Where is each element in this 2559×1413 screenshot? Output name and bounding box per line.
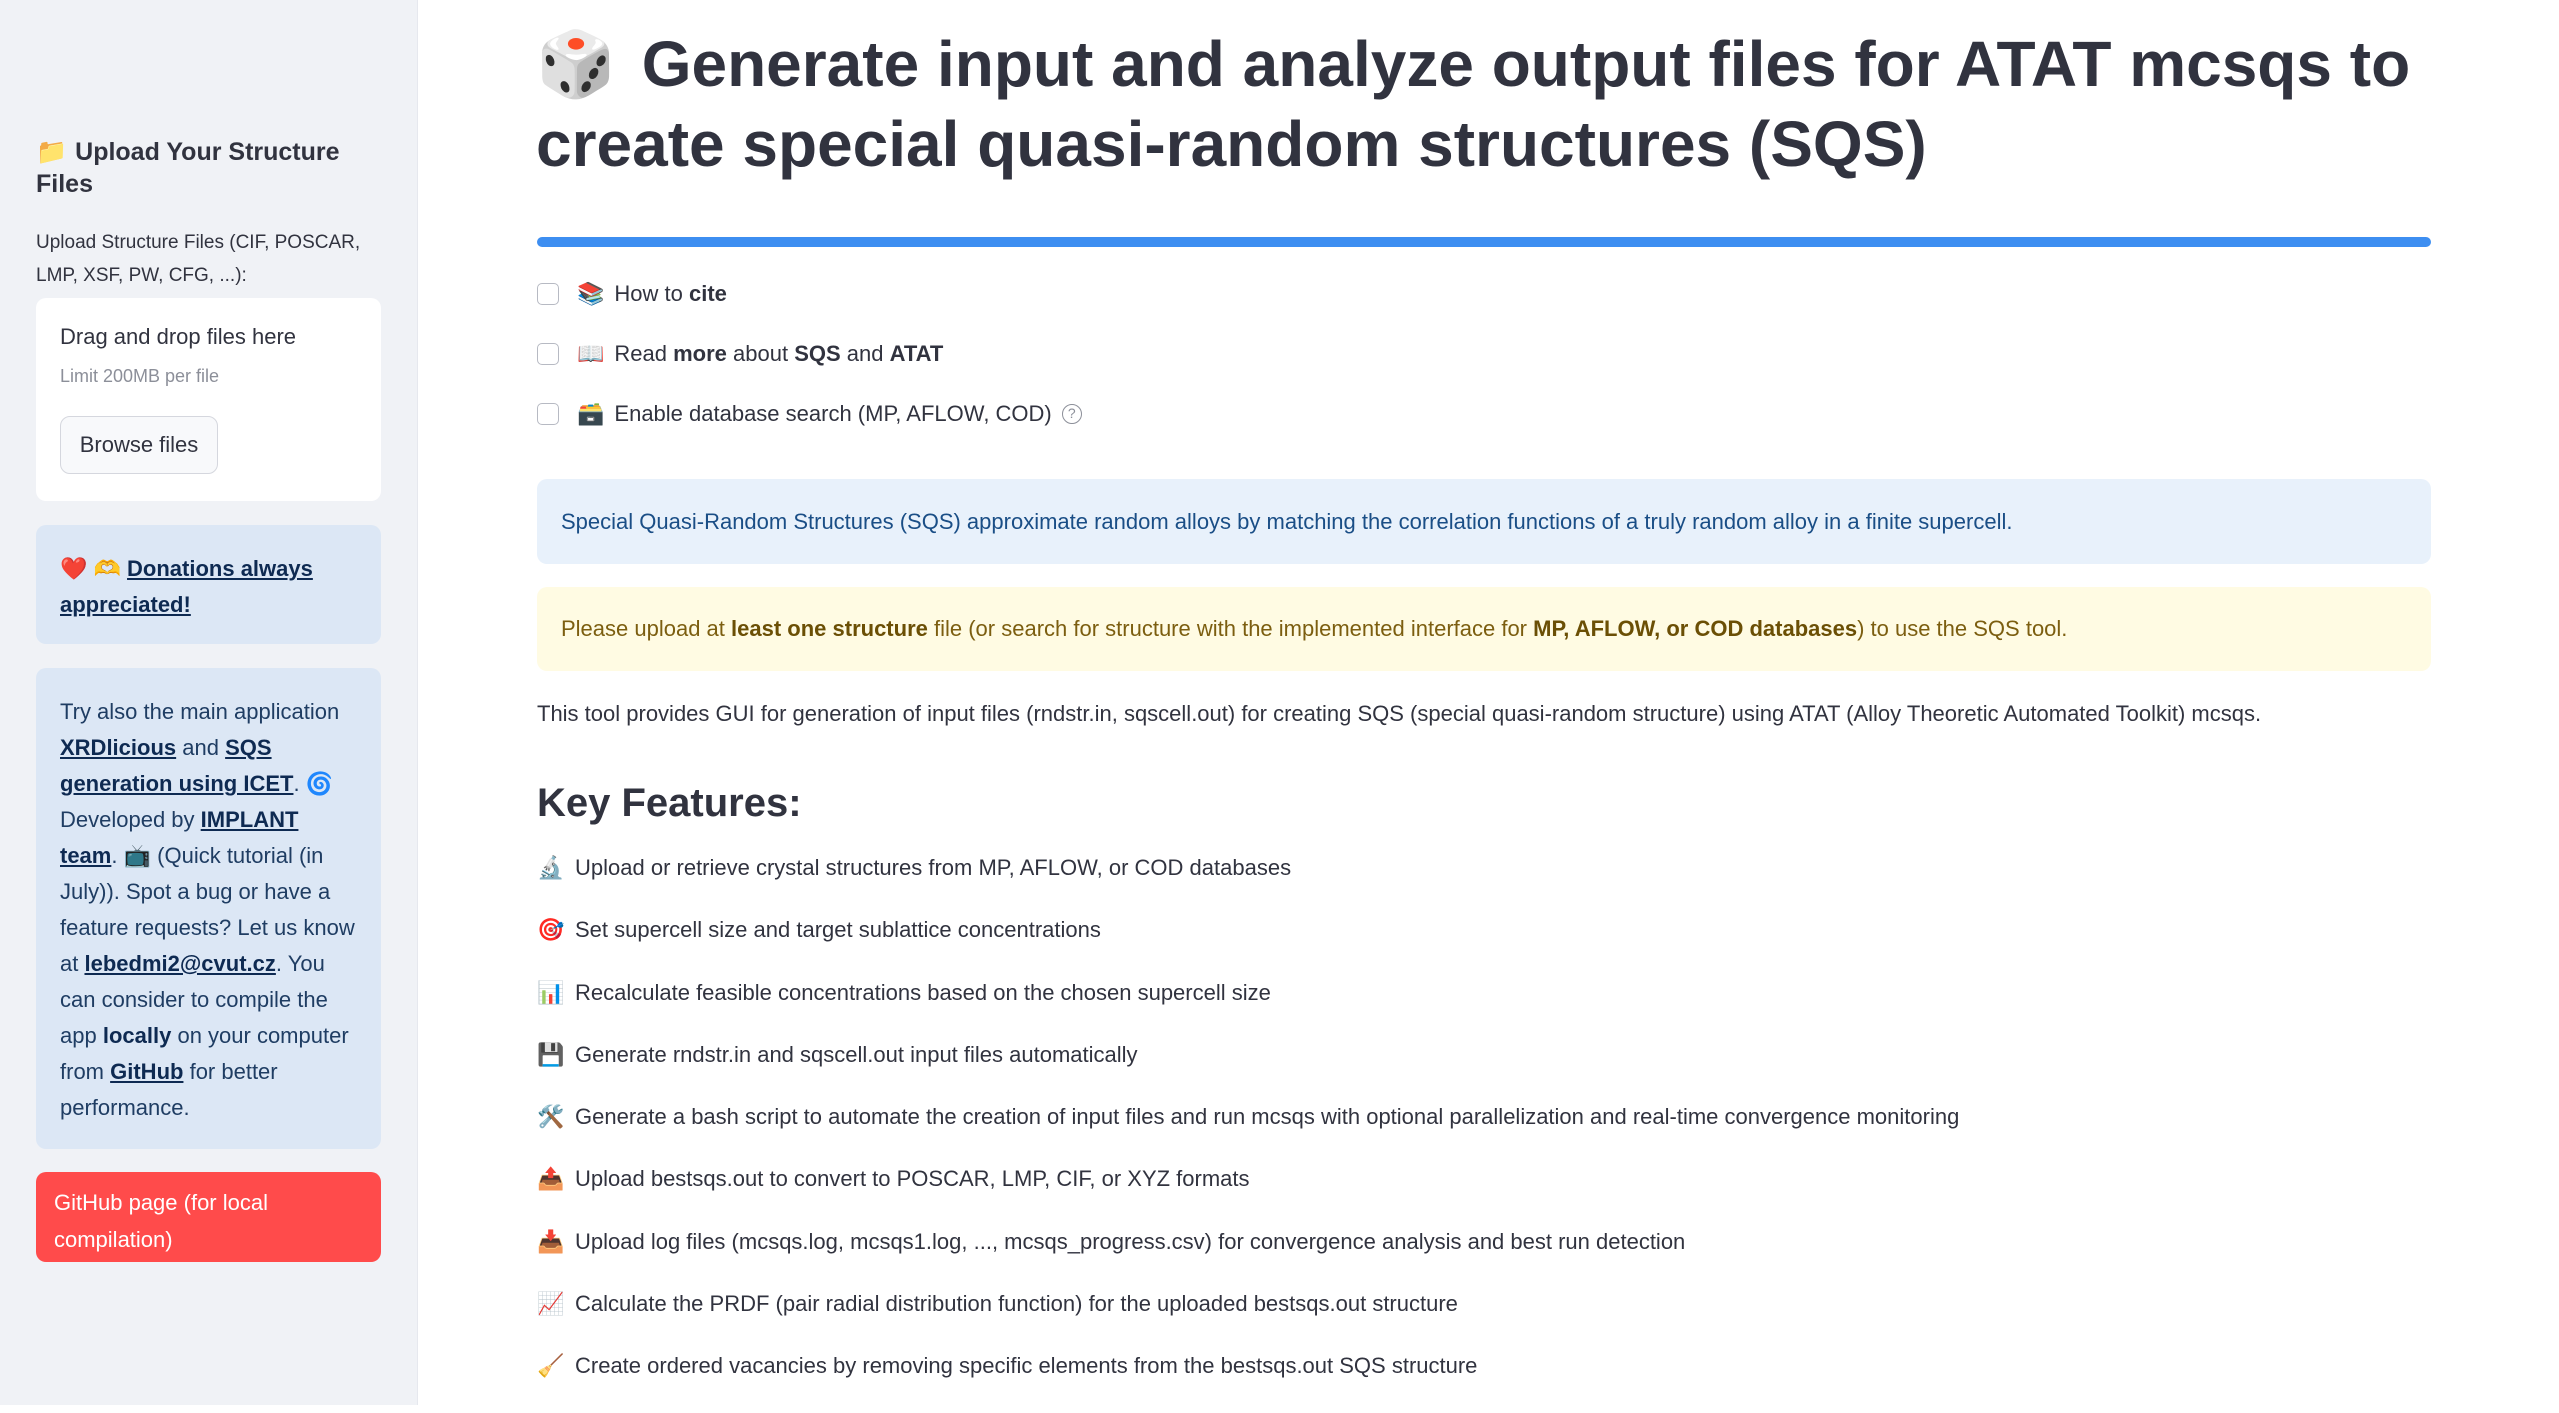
feature-text: Upload or retrieve crystal structures fr… <box>575 855 1292 880</box>
chart-increasing-icon: 📈 <box>537 1291 565 1317</box>
list-item: 📥 Upload log files (mcsqs.log, mcsqs1.log… <box>537 1226 2437 1288</box>
title-divider <box>537 237 2431 247</box>
checkbox-label: Read <box>614 341 674 366</box>
donation-box: ❤️ 🫶 Donations always appreciated! <box>36 525 381 644</box>
checkbox-how-to-cite[interactable]: 📚 How to cite <box>537 278 727 310</box>
list-item: 💾 Generate rndstr.in and sqscell.out inpu… <box>537 1039 2437 1101</box>
info-alert: Special Quasi-Random Structures (SQS) ap… <box>537 479 2431 564</box>
info-box: Try also the main application XRDlicious… <box>36 668 381 1149</box>
floppy-disk-icon: 💾 <box>537 1041 565 1067</box>
info-bold-locally: locally <box>102 1023 172 1048</box>
card-file-box-icon: 🗃️ <box>577 401 605 426</box>
broom-icon: 🧹 <box>537 1353 565 1379</box>
info-text: Try also the main application <box>60 699 340 724</box>
checkbox-label-bold: cite <box>689 281 727 306</box>
github-page-button[interactable]: GitHub page (for local compilation) <box>36 1172 381 1262</box>
checkbox-label-bold: ATAT <box>889 341 944 366</box>
upload-section-title-text: Upload Your Structure Files <box>36 138 340 198</box>
list-item: 🛠️ Generate a bash script to automate the… <box>537 1101 2437 1163</box>
checkbox-label-bold: more <box>673 341 727 366</box>
warning-text: file (or search for structure with the i… <box>927 616 1534 641</box>
xrdlicious-link[interactable]: XRDlicious <box>60 735 176 760</box>
checkbox-label: Enable database search (MP, AFLOW, COD) <box>614 401 1052 426</box>
warning-alert-text: Please upload at least one structure fil… <box>561 616 2067 642</box>
feature-text: Upload bestsqs.out to convert to POSCAR,… <box>575 1166 1250 1192</box>
page-title-text: Generate input and analyze output files … <box>536 28 2411 180</box>
book-icon: 📖 <box>577 341 605 366</box>
email-link[interactable]: lebedmi2@cvut.cz <box>84 951 275 976</box>
browse-files-button[interactable]: Browse files <box>60 416 218 474</box>
dropzone-limit: Limit 200MB per file <box>60 366 220 386</box>
checkbox-label-bold: SQS <box>794 341 841 366</box>
file-dropzone[interactable]: Drag and drop files here Limit 200MB per… <box>36 298 381 501</box>
checkbox-label: and <box>840 341 890 366</box>
list-item: 📊 Recalculate feasible concentrations bas… <box>537 977 2437 1039</box>
warning-text: Please upload at <box>561 616 732 641</box>
info-text: . <box>111 843 118 868</box>
question-circle-icon[interactable]: ? <box>1061 404 1082 424</box>
list-item: 📈 Calculate the PRDF (pair radial distrib… <box>537 1288 2437 1350</box>
books-icon: 📚 <box>577 281 605 306</box>
list-item: 🎯 Set supercell size and target sublattic… <box>537 914 2437 976</box>
feature-text: Generate a bash script to automate the c… <box>575 1104 1960 1130</box>
checkbox-box[interactable] <box>537 283 559 305</box>
checkbox-box[interactable] <box>537 403 559 425</box>
warning-bold: least one structure <box>731 616 928 641</box>
warning-text: ) to use the SQS tool. <box>1857 616 2068 641</box>
list-item: 🔬 Upload or retrieve crystal structures f… <box>537 852 2437 914</box>
warning-alert: Please upload at least one structure fil… <box>537 587 2431 671</box>
page-title: 🎲 Generate input and analyze output files… <box>536 24 2436 184</box>
microscope-icon: 🔬 <box>537 855 565 880</box>
github-link[interactable]: GitHub <box>110 1059 183 1084</box>
feature-text: Create ordered vacancies by removing spe… <box>575 1353 1478 1379</box>
checkbox-database-search[interactable]: 🗃️ Enable database search (MP, AFLOW, CO… <box>537 398 1082 430</box>
checkbox-label: about <box>726 341 795 366</box>
sidebar: 📁 Upload Your Structure Files Upload Stru… <box>0 0 418 1405</box>
key-features-heading: Key Features: <box>537 781 802 825</box>
spiral-icon: 🌀 <box>305 771 334 796</box>
bar-chart-icon: 📊 <box>537 979 565 1005</box>
target-icon: 🎯 <box>537 917 565 943</box>
checkbox-label: How to <box>614 281 689 306</box>
list-item: 📤 Upload bestsqs.out to convert to POSCAR… <box>537 1163 2437 1225</box>
info-alert-text: Special Quasi-Random Structures (SQS) ap… <box>561 508 2013 534</box>
upload-section-title: 📁 Upload Your Structure Files <box>36 136 376 200</box>
feature-text: Set supercell size and target sublattice… <box>575 917 1101 943</box>
checkbox-read-more[interactable]: 📖 Read more about SQS and ATAT <box>537 338 943 370</box>
folder-icon: 📁 <box>36 138 68 166</box>
feature-text: Upload log files (mcsqs.log, mcsqs1.log,… <box>575 1228 1686 1254</box>
feature-text: Generate rndstr.in and sqscell.out input… <box>575 1041 1138 1067</box>
list-item: 🧹 Create ordered vacancies by removing sp… <box>537 1350 2437 1412</box>
feature-text: Calculate the PRDF (pair radial distribu… <box>575 1291 1458 1317</box>
dropzone-text: Drag and drop files here <box>60 324 297 349</box>
feature-list: 🔬 Upload or retrieve crystal structures f… <box>537 852 2437 1413</box>
upload-label: Upload Structure Files (CIF, POSCAR, LMP… <box>36 232 361 286</box>
info-text: . <box>293 771 300 796</box>
feature-text: Recalculate feasible concentrations base… <box>575 979 1271 1005</box>
dice-icon: 🎲 <box>536 28 616 100</box>
inbox-tray-icon: 📥 <box>537 1228 565 1254</box>
warning-bold: MP, AFLOW, or COD databases <box>1533 616 1858 641</box>
outbox-tray-icon: 📤 <box>537 1166 565 1192</box>
info-text: Developed by <box>60 807 195 832</box>
tool-description: This tool provides GUI for generation of… <box>537 701 2262 726</box>
checkbox-box[interactable] <box>537 343 559 365</box>
heart-hands-icon: ❤️ 🫶 <box>60 556 121 581</box>
info-text: and <box>182 735 219 760</box>
tv-icon: 📺 <box>123 843 152 868</box>
tools-icon: 🛠️ <box>537 1104 565 1130</box>
